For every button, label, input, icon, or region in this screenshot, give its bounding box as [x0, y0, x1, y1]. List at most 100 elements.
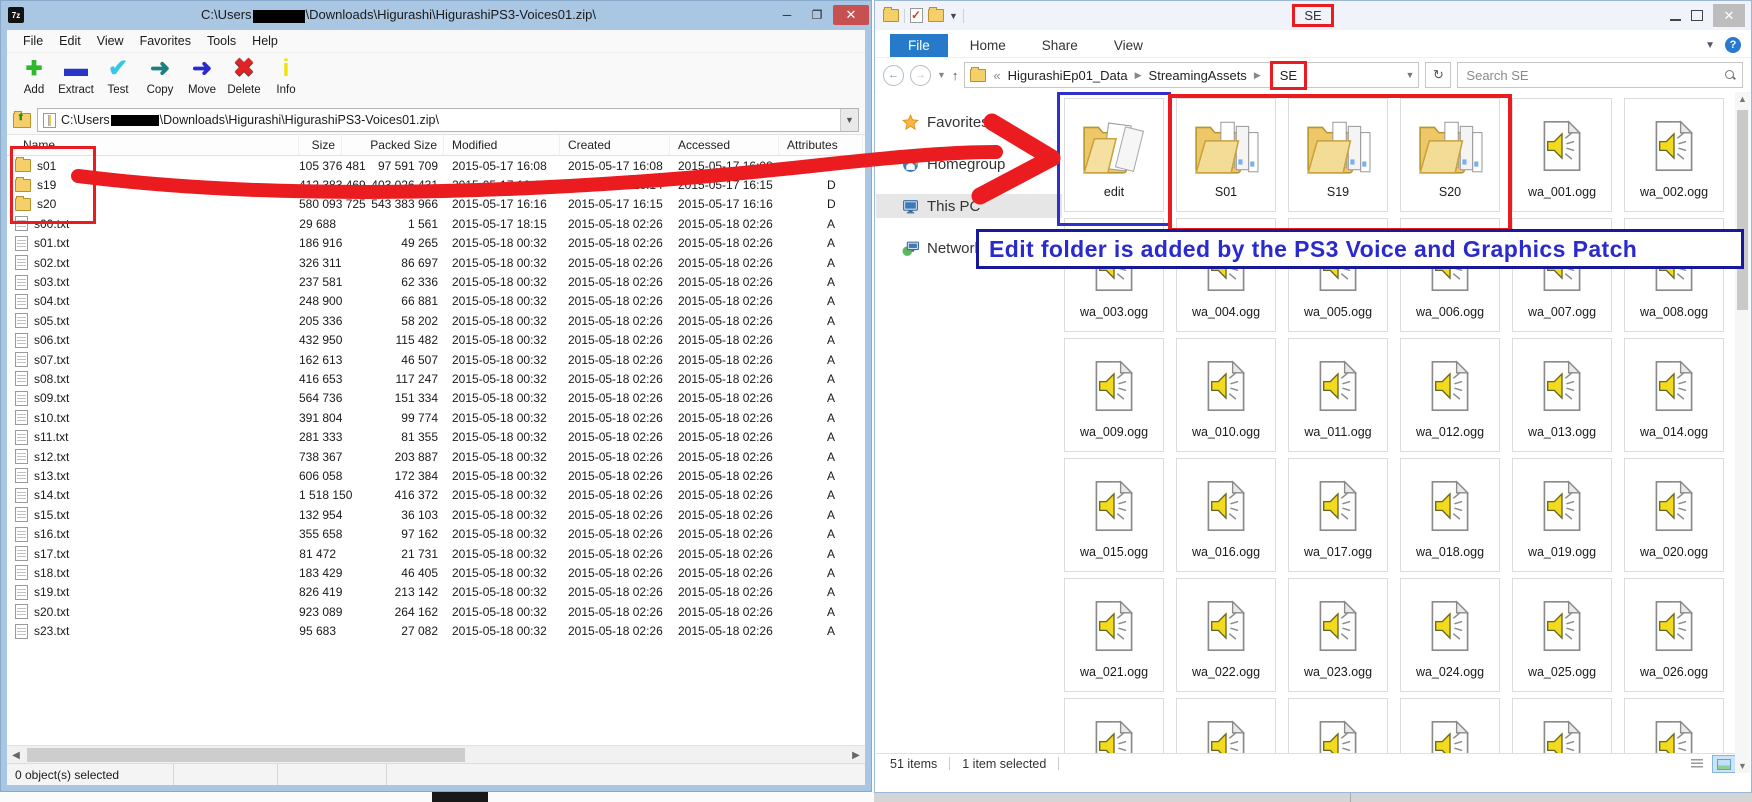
- ribbon-tab[interactable]: View: [1100, 34, 1157, 57]
- menu-item[interactable]: File: [15, 34, 51, 48]
- table-row[interactable]: s19 412 383 469 403 026 431 2015-05-17 1…: [7, 175, 865, 194]
- back-button[interactable]: ←: [883, 65, 904, 86]
- maximize-button[interactable]: ❐: [803, 5, 831, 25]
- sidebar-item[interactable]: This PC: [876, 194, 1062, 218]
- column-header-attributes[interactable]: Attributes: [779, 135, 863, 155]
- file-tile[interactable]: wa_001.ogg: [1512, 98, 1612, 212]
- toolbar-button[interactable]: ▬ Extract: [55, 53, 97, 96]
- 7zip-titlebar[interactable]: 7z C:\Users\Downloads\Higurashi\Higurash…: [0, 0, 872, 30]
- file-tile[interactable]: wa_012.ogg: [1400, 338, 1500, 452]
- vertical-scrollbar[interactable]: ▲ ▼: [1735, 92, 1750, 773]
- toolbar-button[interactable]: ➜ Copy: [139, 53, 181, 96]
- table-row[interactable]: s19.txt 826 419 213 142 2015-05-18 00:32…: [7, 583, 865, 602]
- table-row[interactable]: s00.txt 29 688 1 561 2015-05-17 18:15 20…: [7, 214, 865, 233]
- column-header-size[interactable]: Size: [299, 135, 342, 155]
- search-input[interactable]: [1464, 67, 1725, 84]
- table-row[interactable]: s20 580 093 725 543 383 966 2015-05-17 1…: [7, 195, 865, 214]
- file-tile[interactable]: wa_024.ogg: [1400, 578, 1500, 692]
- sidebar-item[interactable]: Homegroup: [876, 152, 1062, 176]
- file-tile[interactable]: S20: [1400, 98, 1500, 212]
- column-header-modified[interactable]: Modified: [444, 135, 560, 155]
- recent-locations-icon[interactable]: ▼: [937, 70, 946, 80]
- table-row[interactable]: s01 105 376 481 97 591 709 2015-05-17 16…: [7, 156, 865, 175]
- chevron-down-icon[interactable]: ▼: [1406, 70, 1415, 80]
- table-row[interactable]: s08.txt 416 653 117 247 2015-05-18 00:32…: [7, 369, 865, 388]
- breadcrumb-item-current[interactable]: SE: [1270, 61, 1307, 90]
- table-row[interactable]: s03.txt 237 581 62 336 2015-05-18 00:32 …: [7, 272, 865, 291]
- file-tile[interactable]: wa_017.ogg: [1288, 458, 1388, 572]
- table-row[interactable]: s09.txt 564 736 151 334 2015-05-18 00:32…: [7, 389, 865, 408]
- file-tile[interactable]: wa_004.ogg: [1176, 218, 1276, 332]
- file-tile[interactable]: wa_005.ogg: [1288, 218, 1388, 332]
- scroll-left-arrow-icon[interactable]: ◀: [7, 750, 25, 761]
- file-tile[interactable]: wa_018.ogg: [1400, 458, 1500, 572]
- chevron-down-icon[interactable]: ▼: [949, 11, 958, 21]
- table-row[interactable]: s20.txt 923 089 264 162 2015-05-18 00:32…: [7, 602, 865, 621]
- column-header-packed-size[interactable]: Packed Size: [342, 135, 444, 155]
- table-row[interactable]: s04.txt 248 900 66 881 2015-05-18 00:32 …: [7, 292, 865, 311]
- explorer-titlebar[interactable]: ▼ SE ✕: [875, 1, 1751, 30]
- file-tile[interactable]: wa_025.ogg: [1512, 578, 1612, 692]
- column-header-name[interactable]: Name: [7, 135, 299, 155]
- chevron-down-icon[interactable]: ▼: [840, 109, 858, 131]
- table-row[interactable]: s17.txt 81 472 21 731 2015-05-18 00:32 2…: [7, 544, 865, 563]
- file-tile[interactable]: wa_014.ogg: [1624, 338, 1724, 452]
- table-row[interactable]: s05.txt 205 336 58 202 2015-05-18 00:32 …: [7, 311, 865, 330]
- properties-check-icon[interactable]: [910, 8, 923, 23]
- menu-item[interactable]: View: [89, 34, 132, 48]
- file-tile[interactable]: wa_002.ogg: [1624, 98, 1724, 212]
- table-row[interactable]: s16.txt 355 658 97 162 2015-05-18 00:32 …: [7, 524, 865, 543]
- toolbar-button[interactable]: ✖ Delete: [223, 53, 265, 96]
- scroll-up-arrow-icon[interactable]: ▲: [1735, 94, 1750, 104]
- file-tile[interactable]: wa_016.ogg: [1176, 458, 1276, 572]
- column-header-created[interactable]: Created: [560, 135, 670, 155]
- file-tile[interactable]: S01: [1176, 98, 1276, 212]
- breadcrumb-overflow[interactable]: «: [991, 68, 1002, 83]
- table-row[interactable]: s02.txt 326 311 86 697 2015-05-18 00:32 …: [7, 253, 865, 272]
- file-tile[interactable]: wa_008.ogg: [1624, 218, 1724, 332]
- menu-item[interactable]: Edit: [51, 34, 89, 48]
- table-row[interactable]: s23.txt 95 683 27 082 2015-05-18 00:32 2…: [7, 621, 865, 640]
- file-tile[interactable]: wa_013.ogg: [1512, 338, 1612, 452]
- scroll-down-arrow-icon[interactable]: ▼: [1735, 761, 1750, 771]
- thumbnail-view-button[interactable]: [1712, 755, 1736, 773]
- file-tile[interactable]: wa_011.ogg: [1288, 338, 1388, 452]
- menu-item[interactable]: Tools: [199, 34, 244, 48]
- file-tile[interactable]: wa_010.ogg: [1176, 338, 1276, 452]
- sidebar-item[interactable]: Network: [876, 236, 1062, 260]
- archive-path-combobox[interactable]: C:\Users\Downloads\Higurashi\HigurashiPS…: [37, 108, 859, 132]
- file-tile[interactable]: wa_026.ogg: [1624, 578, 1724, 692]
- toolbar-button[interactable]: ➜ Move: [181, 53, 223, 96]
- file-tile[interactable]: wa_015.ogg: [1064, 458, 1164, 572]
- horizontal-scrollbar[interactable]: ◀ ▶: [7, 745, 865, 764]
- root-folder-icon[interactable]: [13, 113, 31, 128]
- toolbar-button[interactable]: i Info: [265, 53, 307, 96]
- table-row[interactable]: s12.txt 738 367 203 887 2015-05-18 00:32…: [7, 447, 865, 466]
- file-tile[interactable]: wa_022.ogg: [1176, 578, 1276, 692]
- column-header-accessed[interactable]: Accessed: [670, 135, 779, 155]
- folder-icon[interactable]: [883, 9, 899, 22]
- close-button[interactable]: ✕: [1713, 4, 1745, 27]
- file-tile[interactable]: wa_020.ogg: [1624, 458, 1724, 572]
- maximize-button[interactable]: [1691, 10, 1703, 21]
- help-icon[interactable]: ?: [1725, 37, 1741, 53]
- file-tile[interactable]: wa_009.ogg: [1064, 338, 1164, 452]
- file-tile[interactable]: wa_019.ogg: [1512, 458, 1612, 572]
- scroll-right-arrow-icon[interactable]: ▶: [847, 750, 865, 761]
- table-row[interactable]: s15.txt 132 954 36 103 2015-05-18 00:32 …: [7, 505, 865, 524]
- search-box[interactable]: [1457, 62, 1743, 88]
- breadcrumb-item[interactable]: StreamingAssets: [1149, 68, 1247, 83]
- toolbar-button[interactable]: ✔ Test: [97, 53, 139, 96]
- refresh-button[interactable]: ↻: [1425, 62, 1451, 88]
- table-row[interactable]: s14.txt 1 518 150 416 372 2015-05-18 00:…: [7, 486, 865, 505]
- file-tile[interactable]: wa_021.ogg: [1064, 578, 1164, 692]
- up-button[interactable]: ↑: [952, 68, 959, 83]
- breadcrumb-item[interactable]: HigurashiEp01_Data: [1008, 68, 1128, 83]
- menu-item[interactable]: Help: [244, 34, 286, 48]
- ribbon-collapse-icon[interactable]: ▼: [1705, 40, 1715, 51]
- table-row[interactable]: s10.txt 391 804 99 774 2015-05-18 00:32 …: [7, 408, 865, 427]
- details-view-button[interactable]: [1686, 755, 1708, 771]
- ribbon-tab[interactable]: Share: [1028, 34, 1092, 57]
- file-tile[interactable]: wa_007.ogg: [1512, 218, 1612, 332]
- toolbar-button[interactable]: ✚ Add: [13, 53, 55, 96]
